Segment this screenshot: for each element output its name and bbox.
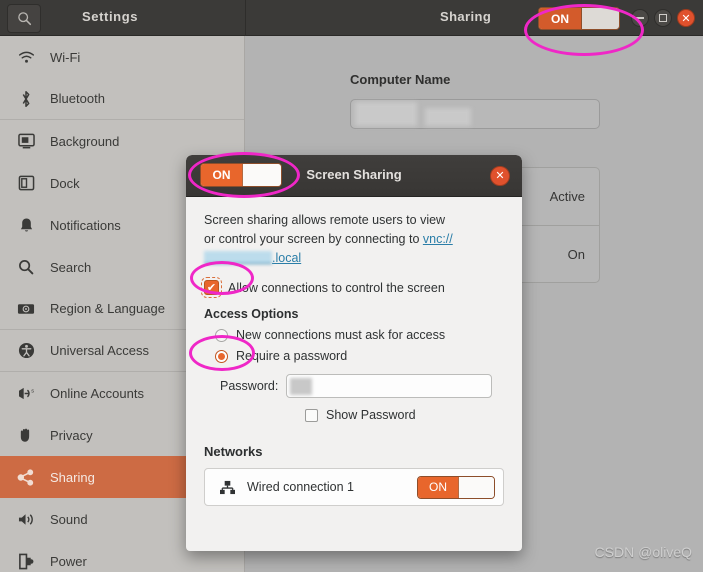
radio-ask-for-access-row[interactable]: New connections must ask for access [204, 328, 504, 342]
dialog-body: Screen sharing allows remote users to vi… [186, 197, 522, 506]
bell-icon [12, 215, 40, 235]
screen-sharing-description: Screen sharing allows remote users to vi… [204, 211, 504, 268]
radio-require-password-label: Require a password [236, 349, 348, 363]
network-name: Wired connection 1 [247, 480, 355, 494]
settings-window: Settings Sharing ON ✕ Wi-Fi Bluetooth Ba… [0, 0, 703, 572]
sidebar-item-label: Region & Language [50, 301, 165, 316]
screen-sharing-toggle-knob [242, 164, 281, 186]
networks-list: Wired connection 1 ON [204, 468, 504, 506]
share-icon [12, 467, 40, 487]
network-toggle-label: ON [418, 476, 458, 498]
sidebar-item-label: Sharing [50, 469, 95, 485]
sidebar-item-label: Universal Access [50, 343, 149, 358]
sidebar-item-bluetooth[interactable]: Bluetooth [0, 78, 244, 120]
dialog-close-button[interactable]: ✕ [490, 166, 510, 186]
sidebar-item-label: Bluetooth [50, 91, 105, 106]
description-line-2: or control your screen by connecting to [204, 232, 423, 246]
password-label: Password: [220, 379, 279, 393]
redacted-text [425, 108, 471, 126]
watermark: CSDN @oliveQ [594, 544, 692, 560]
hand-icon [12, 425, 40, 445]
radio-ask-for-access[interactable] [215, 328, 228, 342]
maximize-icon [659, 14, 667, 22]
screen-sharing-toggle-label: ON [201, 164, 242, 186]
access-options-title: Access Options [204, 307, 299, 321]
sidebar-item-label: Wi-Fi [50, 49, 81, 65]
maximize-button[interactable] [654, 9, 672, 27]
sidebar-item-label: Sound [50, 511, 88, 527]
sidebar-item-label: Notifications [50, 217, 121, 233]
sidebar-item-label: Online Accounts [50, 385, 144, 401]
description-line-1: Screen sharing allows remote users to vi… [204, 213, 446, 227]
allow-control-label: Allow connections to control the screen [228, 280, 445, 295]
minimize-icon [636, 17, 644, 19]
redacted-password [290, 378, 313, 395]
allow-control-row[interactable]: ✔ Allow connections to control the scree… [201, 277, 504, 298]
password-input[interactable] [286, 374, 493, 398]
show-password-label: Show Password [326, 408, 416, 422]
language-icon [12, 299, 40, 319]
sidebar-item-label: Power [50, 553, 87, 569]
dock-icon [12, 173, 40, 193]
radio-require-password[interactable] [215, 349, 228, 363]
minimize-button[interactable] [631, 9, 649, 27]
screen-sharing-dialog: Screen Sharing ✕ Screen sharing allows r… [186, 155, 522, 551]
screen-sharing-toggle[interactable]: ON [200, 163, 282, 187]
vnc-link-prefix[interactable]: vnc:// [423, 232, 453, 246]
allow-control-checkbox[interactable]: ✔ [201, 277, 222, 298]
wifi-icon [12, 47, 40, 67]
search-button[interactable] [7, 4, 41, 33]
radio-ask-for-access-label: New connections must ask for access [236, 328, 446, 342]
search-icon [17, 11, 32, 26]
close-icon: ✕ [681, 11, 691, 25]
accessibility-icon [12, 341, 40, 361]
computer-name-input[interactable] [350, 99, 600, 129]
redacted-text [355, 102, 417, 126]
close-icon: ✕ [495, 169, 505, 182]
sidebar-item-label: Search [50, 259, 92, 275]
background-icon [12, 131, 40, 151]
titlebar-divider [245, 0, 246, 36]
master-sharing-toggle-knob [581, 8, 619, 29]
sidebar-item-label: Background [50, 133, 120, 149]
battery-icon [12, 551, 40, 571]
sidebar-item-wifi[interactable]: Wi-Fi [0, 36, 244, 78]
search-icon [12, 257, 40, 277]
status-value: On [567, 246, 585, 262]
wired-network-icon [217, 480, 237, 495]
networks-title: Networks [204, 444, 263, 459]
show-password-checkbox[interactable] [305, 408, 318, 422]
sidebar-item-label: Privacy [50, 427, 93, 443]
svg-text:s: s [31, 388, 34, 394]
network-toggle[interactable]: ON [417, 475, 495, 499]
master-sharing-toggle-label: ON [539, 8, 581, 29]
status-value: Active [549, 189, 585, 204]
speaker-icon [12, 509, 40, 529]
redacted-hostname [204, 251, 272, 264]
network-toggle-knob [458, 476, 494, 498]
window-controls: ✕ [631, 9, 695, 27]
radio-require-password-row[interactable]: Require a password [204, 349, 504, 363]
online-accounts-icon: s [12, 383, 40, 403]
network-row: Wired connection 1 ON [205, 469, 503, 505]
bluetooth-icon [12, 89, 40, 109]
app-title: Settings [82, 9, 139, 24]
close-button[interactable]: ✕ [677, 9, 695, 27]
title-bar: Settings Sharing ON ✕ [0, 0, 703, 36]
computer-name-label: Computer Name [350, 72, 451, 87]
master-sharing-toggle[interactable]: ON [538, 7, 620, 30]
show-password-row[interactable]: Show Password [204, 408, 504, 422]
password-row: Password: [204, 374, 504, 398]
page-title: Sharing [440, 9, 492, 24]
sidebar-item-label: Dock [50, 175, 80, 191]
vnc-link-suffix[interactable]: .local [272, 251, 301, 265]
